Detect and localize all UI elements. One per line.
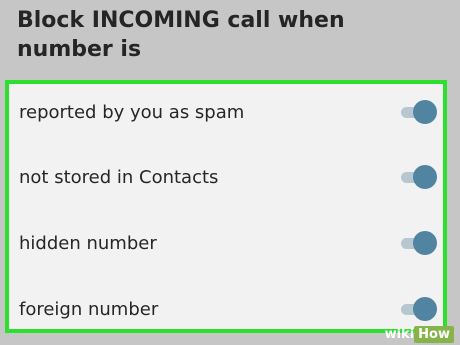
option-row-not-in-contacts[interactable]: not stored in Contacts	[9, 157, 443, 197]
toggle-thumb	[413, 297, 437, 321]
option-label: not stored in Contacts	[19, 166, 219, 188]
toggle-thumb	[413, 100, 437, 124]
toggle-thumb	[413, 231, 437, 255]
section-title: Block INCOMING call when number is	[17, 8, 345, 62]
option-label: foreign number	[19, 298, 159, 320]
hidden-number-toggle[interactable]	[401, 231, 437, 255]
foreign-number-toggle[interactable]	[401, 297, 437, 321]
option-row-hidden-number[interactable]: hidden number	[9, 223, 443, 263]
blocking-options-panel: reported by you as spam not stored in Co…	[5, 80, 447, 333]
option-label: reported by you as spam	[19, 101, 245, 123]
option-row-reported-spam[interactable]: reported by you as spam	[9, 92, 443, 132]
toggle-thumb	[413, 165, 437, 189]
watermark-wiki: wiki	[384, 327, 415, 342]
reported-spam-toggle[interactable]	[401, 100, 437, 124]
option-row-foreign-number[interactable]: foreign number	[9, 289, 443, 329]
not-in-contacts-toggle[interactable]	[401, 165, 437, 189]
wikihow-watermark: wiki How	[384, 326, 454, 343]
watermark-how: How	[414, 326, 454, 343]
option-label: hidden number	[19, 232, 157, 254]
